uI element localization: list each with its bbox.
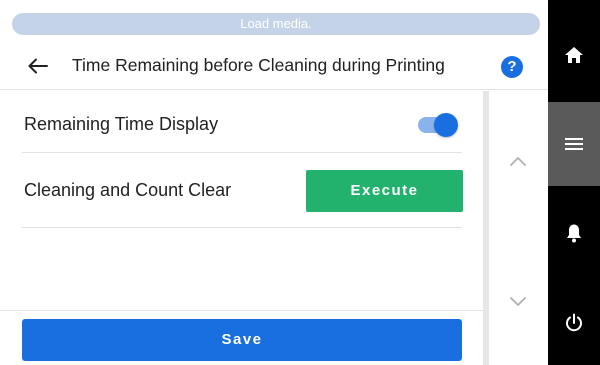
chevron-down-icon [510,296,526,306]
header: Time Remaining before Cleaning during Pr… [0,44,548,90]
nav-menu-button[interactable] [548,102,600,186]
back-button[interactable] [22,50,54,82]
toggle-thumb [434,113,458,137]
remaining-time-display-toggle[interactable] [416,112,462,138]
help-button[interactable]: ? [501,56,523,78]
menu-icon [565,138,583,150]
cleaning-count-clear-row: Cleaning and Count Clear Execute [22,153,463,228]
bell-icon [567,224,581,243]
arrow-left-icon [28,58,48,74]
remaining-time-display-label: Remaining Time Display [24,114,219,134]
scroll-area [483,91,548,365]
footer-divider [0,310,483,311]
save-button[interactable]: Save [22,319,462,361]
status-message: Load media. [12,13,540,35]
scroll-down-button[interactable] [505,291,531,311]
nav-home-button[interactable] [548,12,600,98]
scroll-up-button[interactable] [505,151,531,171]
screen: Load media. Time Remaining before Cleani… [0,0,600,365]
nav-rail [548,0,600,365]
execute-button[interactable]: Execute [306,170,463,212]
cleaning-count-clear-label: Cleaning and Count Clear [24,180,232,200]
remaining-time-display-row: Remaining Time Display [22,100,462,153]
scrollbar[interactable] [483,91,489,365]
nav-notifications-button[interactable] [548,190,600,276]
page-title: Time Remaining before Cleaning during Pr… [72,55,445,75]
power-icon [566,313,582,331]
nav-power-button[interactable] [548,280,600,365]
home-icon [565,47,583,63]
chevron-up-icon [510,156,526,166]
